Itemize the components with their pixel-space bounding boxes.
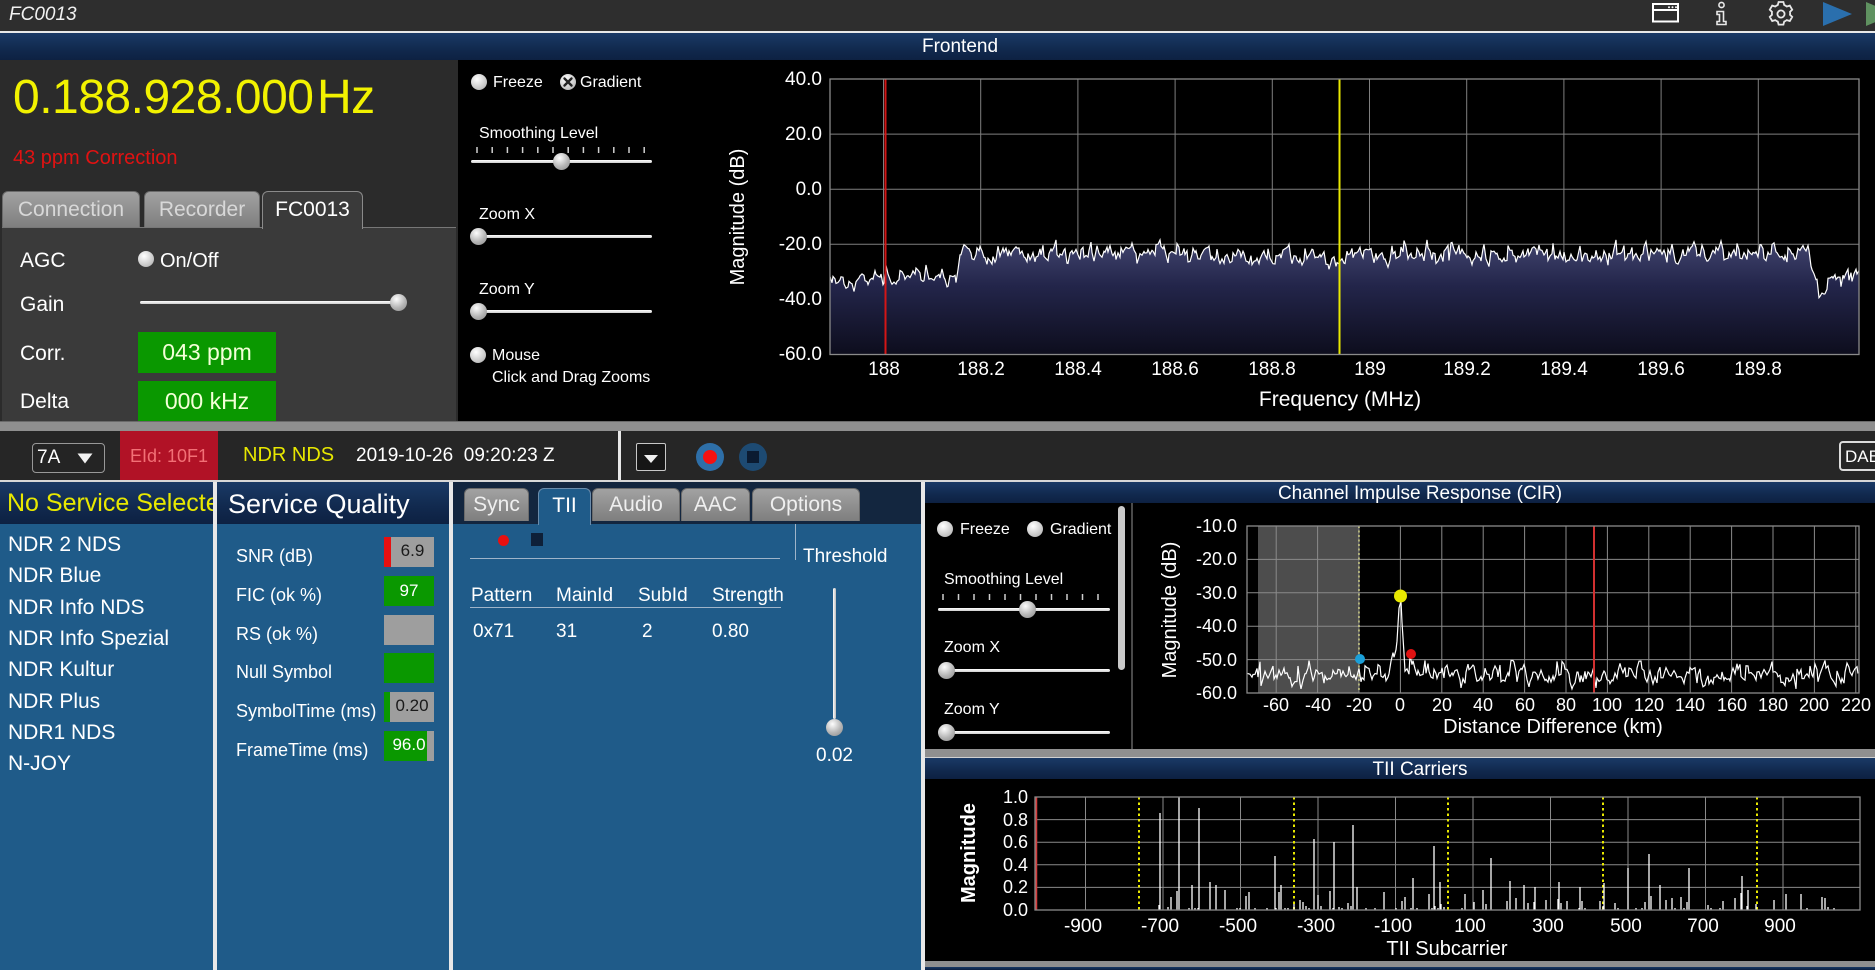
- svg-text:700: 700: [1687, 916, 1719, 937]
- svg-text:Frequency (MHz): Frequency (MHz): [1259, 388, 1421, 411]
- svg-text:-300: -300: [1297, 916, 1335, 937]
- svg-text:40: 40: [1473, 695, 1493, 715]
- svg-text:-100: -100: [1374, 916, 1412, 937]
- svg-text:220: 220: [1841, 695, 1871, 715]
- svg-text:500: 500: [1610, 916, 1642, 937]
- svg-text:189.6: 189.6: [1637, 359, 1685, 380]
- svg-text:189.8: 189.8: [1734, 359, 1782, 380]
- svg-text:20.0: 20.0: [785, 124, 822, 145]
- svg-text:20: 20: [1432, 695, 1452, 715]
- svg-text:-60.0: -60.0: [1196, 683, 1237, 703]
- svg-text:0.4: 0.4: [1003, 855, 1028, 875]
- svg-text:-20.0: -20.0: [1196, 549, 1237, 569]
- svg-text:189: 189: [1354, 359, 1386, 380]
- svg-text:-50.0: -50.0: [1196, 650, 1237, 670]
- svg-text:189.4: 189.4: [1540, 359, 1588, 380]
- svg-text:188.2: 188.2: [957, 359, 1005, 380]
- svg-text:188.4: 188.4: [1054, 359, 1102, 380]
- svg-text:1.0: 1.0: [1003, 787, 1028, 807]
- svg-text:900: 900: [1764, 916, 1796, 937]
- svg-text:189.2: 189.2: [1443, 359, 1491, 380]
- svg-text:200: 200: [1799, 695, 1829, 715]
- svg-text:60: 60: [1515, 695, 1535, 715]
- svg-text:-30.0: -30.0: [1196, 583, 1237, 603]
- svg-text:-60: -60: [1263, 695, 1289, 715]
- svg-text:TII Subcarrier: TII Subcarrier: [1386, 938, 1507, 960]
- svg-text:188.8: 188.8: [1248, 359, 1296, 380]
- svg-text:0.6: 0.6: [1003, 832, 1028, 852]
- svg-text:0: 0: [1395, 695, 1405, 715]
- svg-text:188.6: 188.6: [1151, 359, 1199, 380]
- svg-text:-10.0: -10.0: [1196, 516, 1237, 536]
- svg-text:160: 160: [1717, 695, 1747, 715]
- svg-text:140: 140: [1675, 695, 1705, 715]
- svg-text:100: 100: [1592, 695, 1622, 715]
- svg-text:0.8: 0.8: [1003, 810, 1028, 830]
- svg-text:-60.0: -60.0: [779, 344, 822, 365]
- svg-text:-40.0: -40.0: [1196, 616, 1237, 636]
- svg-text:-500: -500: [1219, 916, 1257, 937]
- svg-text:0.2: 0.2: [1003, 877, 1028, 897]
- svg-text:-900: -900: [1064, 916, 1102, 937]
- svg-text:100: 100: [1454, 916, 1486, 937]
- svg-text:-20.0: -20.0: [779, 234, 822, 255]
- svg-text:120: 120: [1634, 695, 1664, 715]
- svg-text:Magnitude (dB): Magnitude (dB): [1159, 542, 1181, 679]
- svg-text:-40: -40: [1305, 695, 1331, 715]
- svg-text:0.0: 0.0: [796, 179, 822, 200]
- svg-text:180: 180: [1758, 695, 1788, 715]
- svg-text:Magnitude: Magnitude: [958, 803, 980, 903]
- svg-text:-700: -700: [1141, 916, 1179, 937]
- svg-text:300: 300: [1532, 916, 1564, 937]
- svg-text:-40.0: -40.0: [779, 289, 822, 310]
- svg-text:80: 80: [1556, 695, 1576, 715]
- svg-text:188: 188: [868, 359, 900, 380]
- svg-text:-20: -20: [1346, 695, 1372, 715]
- svg-text:0.0: 0.0: [1003, 900, 1028, 920]
- svg-text:40.0: 40.0: [785, 69, 822, 90]
- svg-text:Distance Difference (km): Distance Difference (km): [1443, 716, 1663, 738]
- svg-text:Magnitude (dB): Magnitude (dB): [727, 149, 749, 286]
